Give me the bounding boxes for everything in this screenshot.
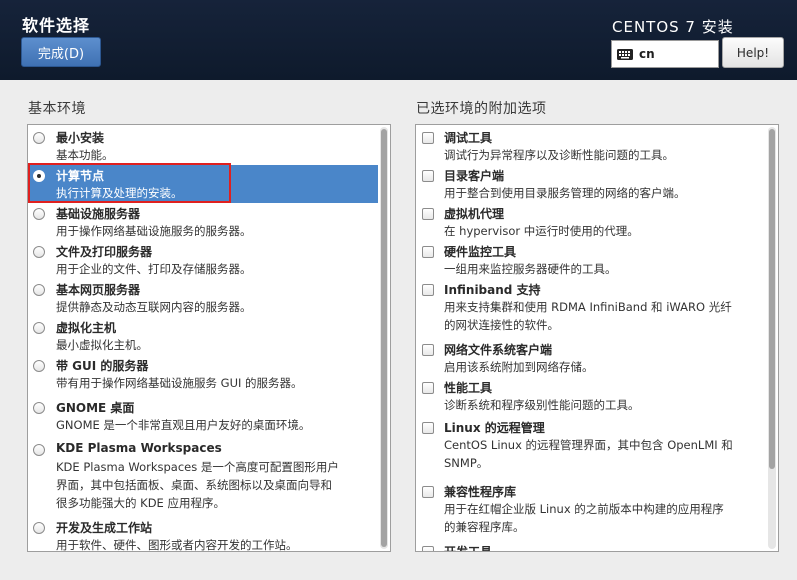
- env-option-row[interactable]: 开发及生成工作站用于软件、硬件、图形或者内容开发的工作站。: [28, 517, 378, 552]
- env-option-description: 提供静态及动态互联网内容的服务器。: [56, 300, 252, 314]
- addon-option-name: 网络文件系统客户端: [444, 343, 553, 357]
- addons-scrollbar[interactable]: [768, 127, 776, 549]
- env-option-row[interactable]: 带 GUI 的服务器带有用于操作网络基础设施服务 GUI 的服务器。: [28, 355, 378, 397]
- selection-highlight-frame: [28, 163, 231, 203]
- env-option-row[interactable]: 基础设施服务器用于操作网络基础设施服务的服务器。: [28, 203, 378, 241]
- env-option-row[interactable]: 虚拟化主机最小虚拟化主机。: [28, 317, 378, 355]
- env-radio-button[interactable]: [33, 522, 45, 534]
- addons-scroll-thumb[interactable]: [769, 129, 775, 469]
- env-radio-button[interactable]: [33, 246, 45, 258]
- keyboard-layout-label: cn: [639, 47, 655, 61]
- addon-option-name: 调试工具: [444, 131, 493, 145]
- addon-option-row[interactable]: 网络文件系统客户端启用该系统附加到网络存储。: [416, 339, 766, 377]
- addon-checkbox[interactable]: [422, 382, 434, 394]
- header-bar: 软件选择 完成(D) CENTOS 7 安装 cn Help!: [0, 0, 797, 80]
- addon-option-description: 一组用来监控服务器硬件的工具。: [444, 262, 617, 276]
- addon-option-row[interactable]: 性能工具诊断系统和程序级别性能问题的工具。: [416, 377, 766, 417]
- addon-option-description: 用于在红帽企业版 Linux 的之前版本中构建的应用程序: [444, 502, 724, 516]
- env-radio-button[interactable]: [33, 322, 45, 334]
- env-option-name: GNOME 桌面: [56, 401, 135, 415]
- addon-option-description: SNMP。: [444, 456, 489, 470]
- addon-option-description: 的兼容程序库。: [444, 520, 525, 534]
- addon-option-row[interactable]: 虚拟机代理在 hypervisor 中运行时使用的代理。: [416, 203, 766, 241]
- env-option-description: 很多功能强大的 KDE 应用程序。: [56, 496, 225, 510]
- addon-checkbox[interactable]: [422, 284, 434, 296]
- env-option-row[interactable]: GNOME 桌面 GNOME 是一个非常直观且用户友好的桌面环境。: [28, 397, 378, 439]
- addon-checkbox[interactable]: [422, 546, 434, 551]
- addon-option-row[interactable]: 兼容性程序库用于在红帽企业版 Linux 的之前版本中构建的应用程序 的兼容程序库…: [416, 481, 766, 541]
- addon-option-name: 开发工具: [444, 545, 493, 552]
- env-option-description: GNOME 是一个非常直观且用户友好的桌面环境。: [56, 418, 311, 432]
- addon-option-row[interactable]: 硬件监控工具一组用来监控服务器硬件的工具。: [416, 241, 766, 279]
- env-option-description: 最小虚拟化主机。: [56, 338, 148, 352]
- env-option-name: 基本网页服务器: [56, 283, 141, 297]
- addon-option-description: CentOS Linux 的远程管理界面，其中包含 OpenLMI 和: [444, 438, 733, 452]
- env-option-description: KDE Plasma Workspaces 是一个高度可配置图形用户: [56, 460, 339, 474]
- addon-checkbox[interactable]: [422, 344, 434, 356]
- env-option-name: 开发及生成工作站: [56, 521, 153, 535]
- keyboard-layout-indicator[interactable]: cn: [611, 40, 719, 68]
- page-title: 软件选择: [22, 16, 91, 35]
- base-env-scrollbar[interactable]: [380, 127, 388, 549]
- addon-checkbox[interactable]: [422, 170, 434, 182]
- product-title: CENTOS 7 安装: [612, 18, 734, 36]
- done-button[interactable]: 完成(D): [21, 37, 101, 67]
- env-option-description: 用于企业的文件、打印及存储服务器。: [56, 262, 252, 276]
- env-option-description: 界面，其中包括面板、桌面、系统图标以及桌面向导和: [56, 478, 332, 492]
- env-radio-button[interactable]: [33, 402, 45, 414]
- addon-checkbox[interactable]: [422, 486, 434, 498]
- env-option-description: 用于软件、硬件、图形或者内容开发的工作站。: [56, 538, 298, 552]
- addon-option-description: 调试行为异常程序以及诊断性能问题的工具。: [444, 148, 674, 162]
- env-radio-button[interactable]: [33, 360, 45, 372]
- env-option-name: 最小安装: [56, 131, 105, 145]
- addon-option-row[interactable]: 目录客户端用于整合到使用目录服务管理的网络的客户端。: [416, 165, 766, 203]
- addon-option-description: 诊断系统和程序级别性能问题的工具。: [444, 398, 640, 412]
- addon-option-name: 兼容性程序库: [444, 485, 517, 499]
- addon-checkbox[interactable]: [422, 132, 434, 144]
- env-option-row[interactable]: KDE Plasma Workspaces KDE Plasma Workspac…: [28, 439, 378, 517]
- addon-option-name: Infiniband 支持: [444, 283, 541, 297]
- env-option-description: 用于操作网络基础设施服务的服务器。: [56, 224, 252, 238]
- addon-option-row[interactable]: Linux 的远程管理 CentOS Linux 的远程管理界面，其中包含 Ope…: [416, 417, 766, 481]
- env-option-name: 虚拟化主机: [56, 321, 117, 335]
- base-env-heading: 基本环境: [28, 101, 86, 117]
- env-option-name: KDE Plasma Workspaces: [56, 441, 222, 455]
- env-option-row[interactable]: 文件及打印服务器用于企业的文件、打印及存储服务器。: [28, 241, 378, 279]
- addon-option-name: 硬件监控工具: [444, 245, 517, 259]
- help-button[interactable]: Help!: [722, 37, 784, 68]
- addon-checkbox[interactable]: [422, 246, 434, 258]
- env-radio-button[interactable]: [33, 132, 45, 144]
- addon-checkbox[interactable]: [422, 422, 434, 434]
- addon-option-name: 虚拟机代理: [444, 207, 505, 221]
- env-option-description: 基本功能。: [56, 148, 114, 162]
- addon-option-description: 的网状连接性的软件。: [444, 318, 559, 332]
- addon-option-row[interactable]: 调试工具调试行为异常程序以及诊断性能问题的工具。: [416, 127, 766, 165]
- env-option-row[interactable]: 最小安装 基本功能。: [28, 127, 378, 165]
- env-radio-button[interactable]: [33, 444, 45, 456]
- addon-option-row[interactable]: 开发工具: [416, 541, 766, 552]
- addon-option-description: 启用该系统附加到网络存储。: [444, 360, 594, 374]
- env-option-name: 文件及打印服务器: [56, 245, 153, 259]
- keyboard-icon: [617, 48, 633, 60]
- env-option-row[interactable]: 基本网页服务器提供静态及动态互联网内容的服务器。: [28, 279, 378, 317]
- env-option-description: 带有用于操作网络基础设施服务 GUI 的服务器。: [56, 376, 303, 390]
- addon-option-row[interactable]: Infiniband 支持用来支持集群和使用 RDMA InfiniBand 和…: [416, 279, 766, 339]
- addons-list[interactable]: 开发工具 兼容性程序库用于在红帽企业版 Linux 的之前版本中构建的应用程序 的兼…: [415, 124, 779, 552]
- env-option-name: 带 GUI 的服务器: [56, 359, 149, 373]
- addons-heading: 已选环境的附加选项: [416, 101, 547, 117]
- env-radio-button[interactable]: [33, 208, 45, 220]
- addon-option-description: 用于整合到使用目录服务管理的网络的客户端。: [444, 186, 686, 200]
- addon-option-name: 目录客户端: [444, 169, 505, 183]
- env-option-name: 基础设施服务器: [56, 207, 141, 221]
- env-radio-button[interactable]: [33, 284, 45, 296]
- addon-option-description: 在 hypervisor 中运行时使用的代理。: [444, 224, 639, 238]
- addon-option-name: Linux 的远程管理: [444, 421, 545, 435]
- addon-checkbox[interactable]: [422, 208, 434, 220]
- base-env-scroll-thumb[interactable]: [381, 129, 387, 547]
- addon-option-name: 性能工具: [444, 381, 493, 395]
- addon-option-description: 用来支持集群和使用 RDMA InfiniBand 和 iWARO 光纤: [444, 300, 732, 314]
